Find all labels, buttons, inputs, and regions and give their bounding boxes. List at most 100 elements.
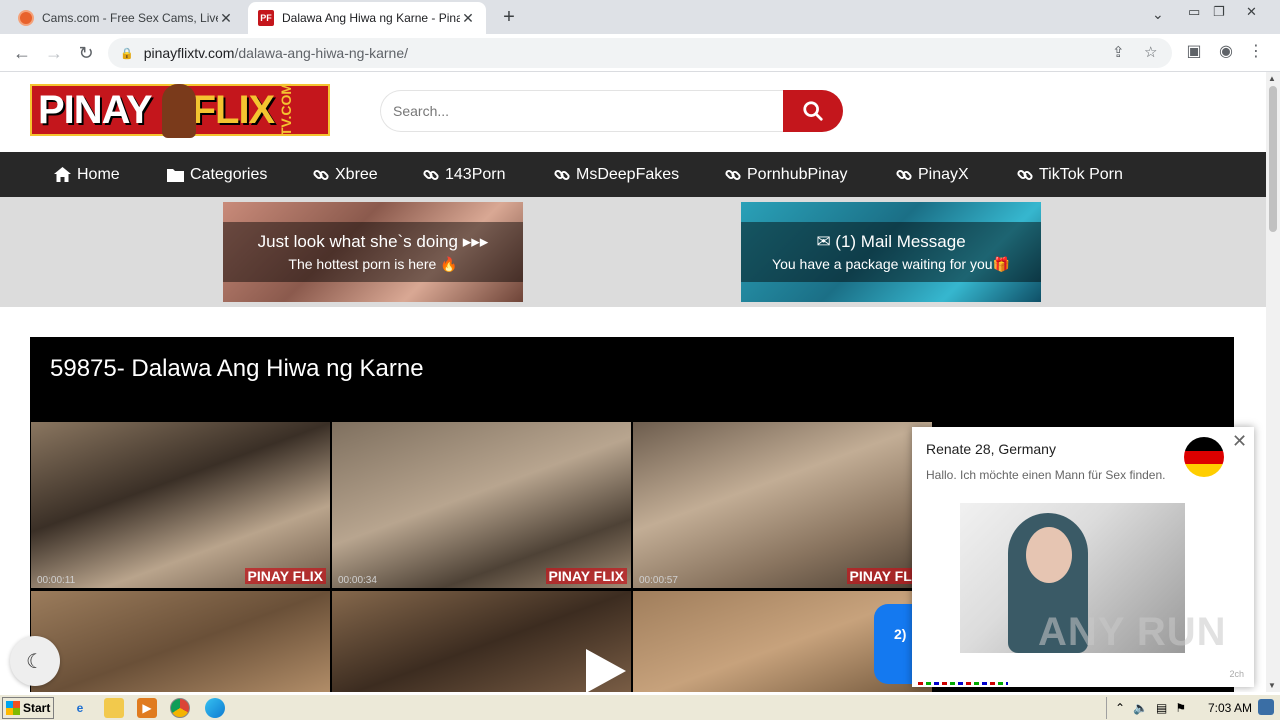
tab-close-icon[interactable]: ✕	[460, 10, 476, 27]
forward-arrow-icon[interactable]: →	[42, 41, 66, 65]
browser-toolbar: ← → ↻ 🔒 pinayflixtv.com/dalawa-ang-hiwa-…	[0, 34, 1280, 72]
moon-icon: ☾	[26, 650, 44, 673]
scroll-down-icon[interactable]: ▼	[1268, 681, 1276, 690]
start-label: Start	[23, 701, 51, 715]
close-icon[interactable]: ✕	[1232, 431, 1247, 452]
nav-item-143porn[interactable]: 143Porn	[423, 152, 506, 197]
thumb-timestamp: 00:00:34	[338, 575, 377, 586]
link-icon	[554, 167, 570, 183]
tab-search-chevron-icon[interactable]: ⌄	[1152, 6, 1164, 23]
nav-item-home[interactable]: Home	[54, 152, 120, 197]
kebab-menu-icon[interactable]: ⋮	[1244, 41, 1268, 61]
url-path: /dalawa-ang-hiwa-ng-karne/	[234, 45, 409, 61]
tab-pinayflix[interactable]: PF Dalawa Ang Hiwa ng Karne - PinayFl ✕	[248, 2, 486, 34]
windows-logo-icon	[6, 701, 20, 715]
popup-message: Hallo. Ich möchte einen Mann für Sex fin…	[926, 468, 1166, 482]
tab-cams[interactable]: Cams.com - Free Sex Cams, Live Se ✕	[8, 2, 244, 34]
ad-subline: You have a package waiting for you🎁	[772, 256, 1010, 272]
new-tab-button[interactable]: +	[498, 6, 520, 29]
nav-item-tiktok-porn[interactable]: TikTok Porn	[1017, 152, 1123, 197]
tab-close-icon[interactable]: ✕	[218, 10, 234, 27]
main-nav: Home Categories Xbree 143Porn MsDeepFake…	[0, 152, 1266, 197]
home-icon	[54, 167, 71, 182]
tab-title: Cams.com - Free Sex Cams, Live Se	[42, 11, 218, 25]
ad-headline: Just look what she`s doing ▸▸▸	[257, 232, 489, 251]
nav-item-xbree[interactable]: Xbree	[313, 152, 378, 197]
nav-item-msdeepfakes[interactable]: MsDeepFakes	[554, 152, 679, 197]
site-logo[interactable]: PINAY FLIX TV.COM	[30, 83, 330, 138]
restore-button[interactable]: ❐	[1213, 4, 1225, 20]
ad-subline: The hottest porn is here 🔥	[288, 256, 458, 272]
thumb-timestamp: 00:00:11	[37, 575, 76, 586]
thumb-watermark: PINAY FLIX	[545, 568, 627, 584]
windows-taskbar: Start e ▶ ⌃ 🔈 ▤ ⚑ 7:03 AM	[0, 694, 1280, 720]
share-icon[interactable]: ⇪	[1112, 38, 1125, 68]
popup-progress-dots	[918, 682, 1008, 685]
back-arrow-icon[interactable]: ←	[10, 41, 34, 65]
nav-label: PornhubPinay	[747, 165, 848, 183]
address-bar[interactable]: 🔒 pinayflixtv.com/dalawa-ang-hiwa-ng-kar…	[108, 38, 1172, 68]
edge-icon[interactable]	[205, 698, 225, 718]
logo-part-flix: FLIX	[191, 87, 276, 132]
ie-icon[interactable]: e	[70, 698, 90, 718]
start-button[interactable]: Start	[2, 697, 54, 719]
nav-item-pornhubpinay[interactable]: PornhubPinay	[725, 152, 848, 197]
link-icon	[313, 167, 329, 183]
play-icon[interactable]	[586, 649, 626, 692]
ad-overlay	[741, 222, 1041, 282]
nav-label: TikTok Porn	[1039, 165, 1123, 183]
video-thumbnail[interactable]: 00:00:11 PINAY FLIX	[31, 422, 330, 588]
media-player-icon[interactable]: ▶	[137, 698, 157, 718]
nav-label: 143Porn	[445, 165, 506, 183]
nav-label: MsDeepFakes	[576, 165, 680, 183]
tab-title: Dalawa Ang Hiwa ng Karne - PinayFl	[282, 11, 460, 25]
url-host: pinayflixtv.com	[143, 45, 235, 61]
folder-icon	[167, 168, 184, 182]
link-icon	[896, 167, 912, 183]
volume-icon[interactable]: 🔈	[1133, 701, 1148, 715]
system-tray: ⌃ 🔈 ▤ ⚑	[1106, 697, 1278, 719]
chrome-icon[interactable]	[170, 698, 190, 718]
search-button[interactable]	[783, 90, 843, 132]
logo-part-pinay: PINAY	[38, 87, 153, 132]
nav-item-pinayx[interactable]: PinayX	[896, 152, 969, 197]
nav-item-categories[interactable]: Categories	[167, 152, 267, 197]
scrollbar-thumb[interactable]	[1269, 86, 1277, 232]
ad-banner-right[interactable]: ✉ (1) Mail Message You have a package wa…	[741, 202, 1041, 302]
tray-expand-icon[interactable]: ⌃	[1115, 701, 1125, 715]
network-icon[interactable]: ▤	[1156, 701, 1167, 715]
ad-overlay	[223, 222, 523, 282]
ad-banner-left[interactable]: Just look what she`s doing ▸▸▸ The hotte…	[223, 202, 523, 302]
link-icon	[423, 167, 439, 183]
minimize-button[interactable]: ▭	[1188, 4, 1200, 20]
dark-mode-toggle[interactable]: ☾	[10, 636, 60, 686]
nav-label: Xbree	[335, 165, 378, 183]
scroll-up-icon[interactable]: ▲	[1268, 74, 1276, 83]
lock-icon: 🔒	[120, 47, 134, 60]
video-thumbnail[interactable]: 00:00:57 PINAY FLIX	[633, 422, 932, 588]
anyrun-watermark: ANY RUN	[1038, 610, 1227, 654]
ad-banner-row: Just look what she`s doing ▸▸▸ The hotte…	[0, 197, 1266, 307]
taskbar-clock[interactable]: 7:03 AM	[1208, 701, 1252, 715]
popup-time-ago: 2ch	[1229, 669, 1244, 679]
flag-icon[interactable]: ⚑	[1175, 701, 1186, 715]
video-title: 59875- Dalawa Ang Hiwa ng Karne	[50, 355, 424, 382]
link-icon	[725, 167, 741, 183]
side-panel-icon[interactable]: ▣	[1182, 41, 1206, 61]
link-icon	[1017, 167, 1033, 183]
logo-part-tv: TV.COM	[278, 83, 295, 137]
nav-label: PinayX	[918, 165, 969, 183]
popup-name: Renate 28, Germany	[926, 441, 1056, 457]
explorer-folder-icon[interactable]	[104, 698, 124, 718]
page-scrollbar[interactable]: ▲ ▼	[1266, 72, 1280, 692]
video-thumbnail[interactable]: 00:00:34 PINAY FLIX	[332, 422, 631, 588]
reload-icon[interactable]: ↻	[74, 41, 98, 65]
profile-avatar-icon[interactable]: ◉	[1214, 41, 1238, 61]
bookmark-star-icon[interactable]: ☆	[1144, 38, 1157, 68]
video-thumbnail[interactable]	[31, 591, 330, 692]
search-input[interactable]: Search...	[380, 90, 783, 132]
ad-headline: ✉ (1) Mail Message	[816, 232, 966, 251]
show-desktop-icon[interactable]	[1258, 699, 1274, 715]
thumb-watermark: PINAY FLIX	[244, 568, 326, 584]
window-close-button[interactable]: ✕	[1246, 4, 1257, 20]
